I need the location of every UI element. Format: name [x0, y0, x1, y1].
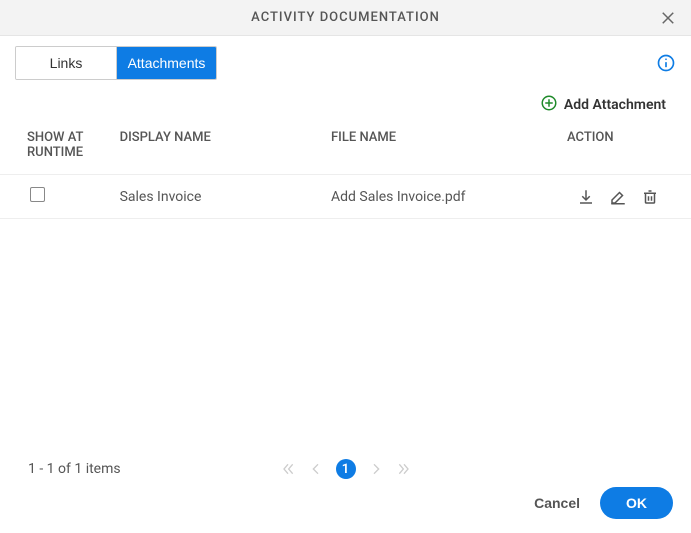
info-icon[interactable]: [656, 53, 676, 73]
dialog-header: ACTIVITY DOCUMENTATION: [0, 0, 691, 36]
cancel-button[interactable]: Cancel: [534, 495, 580, 511]
pagination-info: 1 - 1 of 1 items: [28, 461, 121, 477]
tab-links[interactable]: Links: [16, 47, 116, 79]
close-icon[interactable]: [659, 9, 677, 27]
tabs: Links Attachments: [15, 46, 217, 80]
last-page-icon[interactable]: [396, 461, 412, 477]
col-display-name: DISPLAY NAME: [110, 122, 321, 175]
ok-button[interactable]: OK: [600, 487, 673, 519]
prev-page-icon[interactable]: [308, 461, 324, 477]
cell-display-name: Sales Invoice: [110, 175, 321, 219]
dialog-footer: Cancel OK: [516, 473, 691, 533]
attachments-table: SHOW AT RUNTIME DISPLAY NAME FILE NAME A…: [0, 122, 691, 219]
col-action: ACTION: [567, 122, 691, 175]
dialog-title: ACTIVITY DOCUMENTATION: [251, 10, 440, 25]
download-icon[interactable]: [577, 188, 595, 206]
col-file-name: FILE NAME: [321, 122, 567, 175]
next-page-icon[interactable]: [368, 461, 384, 477]
first-page-icon[interactable]: [280, 461, 296, 477]
plus-circle-icon: [540, 94, 558, 116]
show-at-runtime-checkbox[interactable]: [30, 187, 45, 202]
cell-file-name: Add Sales Invoice.pdf: [321, 175, 567, 219]
delete-icon[interactable]: [641, 188, 659, 206]
add-attachment-label: Add Attachment: [564, 97, 666, 113]
page-number-current[interactable]: 1: [336, 459, 356, 479]
action-icons: [577, 188, 671, 206]
add-attachment-button[interactable]: Add Attachment: [0, 80, 691, 122]
tab-row: Links Attachments: [0, 36, 691, 80]
edit-icon[interactable]: [609, 188, 627, 206]
pager: 1: [280, 459, 412, 479]
tab-attachments[interactable]: Attachments: [116, 47, 216, 79]
table-header-row: SHOW AT RUNTIME DISPLAY NAME FILE NAME A…: [0, 122, 691, 175]
table-row: Sales Invoice Add Sales Invoice.pdf: [0, 175, 691, 219]
col-show-at-runtime: SHOW AT RUNTIME: [0, 122, 110, 175]
